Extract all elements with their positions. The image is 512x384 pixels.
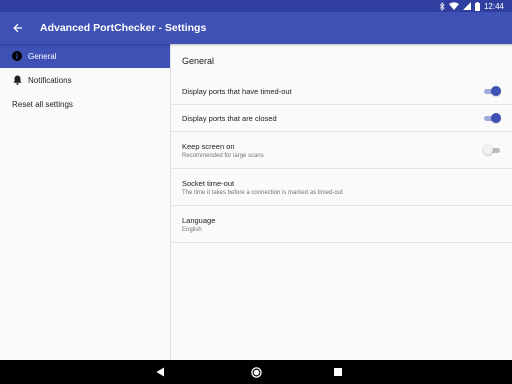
signal-icon [462, 2, 471, 10]
pref-display-closed[interactable]: Display ports that are closed [171, 105, 512, 132]
keep-screen-toggle[interactable] [483, 145, 500, 155]
home-circle-icon[interactable] [250, 366, 262, 378]
info-icon [11, 50, 23, 62]
status-bar: 12:44 [0, 0, 512, 12]
pref-language[interactable]: Language English [171, 206, 512, 243]
sidebar-item-label: Reset all settings [12, 99, 73, 109]
sidebar-item-notifications[interactable]: Notifications [0, 68, 170, 92]
navigation-bar [0, 360, 512, 384]
sidebar-item-reset[interactable]: Reset all settings [0, 92, 170, 116]
wifi-icon [448, 2, 459, 10]
arrow-back-icon[interactable] [8, 18, 28, 38]
pref-summary: Recommended for large scans [182, 152, 264, 159]
battery-icon [474, 1, 480, 11]
section-title: General [182, 56, 215, 66]
app-bar: Advanced PortChecker - Settings [0, 12, 512, 44]
pref-summary: The time it takes before a connection is… [182, 189, 343, 196]
pref-keep-screen-on[interactable]: Keep screen on Recommended for large sca… [171, 132, 512, 169]
pref-title: Keep screen on [182, 141, 235, 151]
back-triangle-icon[interactable] [154, 366, 166, 378]
pref-summary: English [182, 226, 202, 233]
sidebar-item-label: Notifications [28, 75, 72, 85]
page-title: Advanced PortChecker - Settings [40, 22, 207, 34]
pref-title: Display ports that are closed [182, 113, 277, 123]
pref-title: Language [182, 215, 216, 225]
timed-out-toggle[interactable] [484, 86, 501, 96]
pref-title: Socket time-out [182, 178, 235, 188]
status-time: 12:44 [483, 1, 504, 11]
settings-sidebar: General Notifications Reset all settings [0, 44, 171, 360]
recents-square-icon[interactable] [332, 366, 344, 378]
pref-display-timed-out[interactable]: Display ports that have timed-out [171, 78, 512, 105]
pref-title: Display ports that have timed-out [182, 86, 292, 96]
bell-icon [11, 74, 23, 86]
settings-content: General Display ports that have timed-ou… [171, 44, 512, 360]
closed-toggle[interactable] [484, 113, 501, 123]
pref-socket-timeout[interactable]: Socket time-out The time it takes before… [171, 169, 512, 206]
sidebar-item-label: General [28, 51, 57, 61]
sidebar-item-general[interactable]: General [0, 44, 170, 68]
bluetooth-icon [439, 1, 445, 11]
